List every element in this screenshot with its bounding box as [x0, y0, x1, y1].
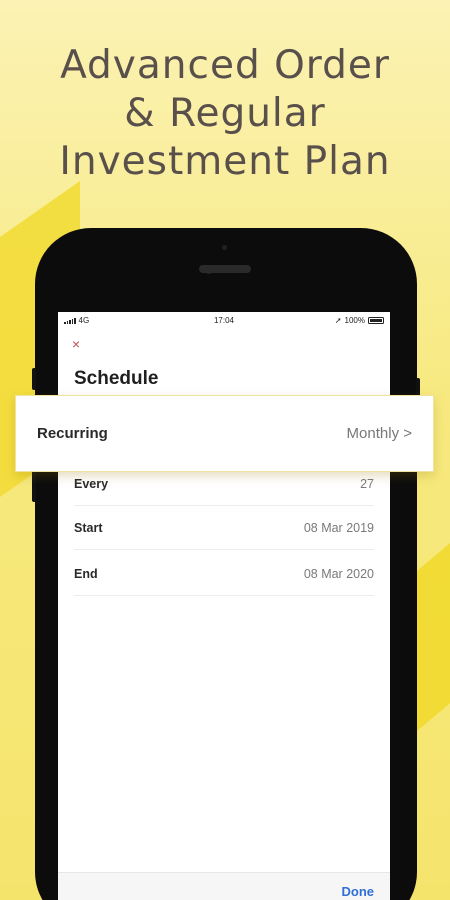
battery-percent: 100% — [344, 316, 365, 325]
recurring-row-highlight[interactable]: Recurring Monthly > — [15, 395, 434, 472]
recurring-label: Recurring — [37, 425, 108, 442]
phone-sensor — [222, 245, 227, 250]
row-label: End — [74, 566, 98, 581]
schedule-row-end[interactable]: End 08 Mar 2020 — [74, 552, 374, 596]
close-icon[interactable]: × — [72, 336, 88, 352]
location-icon: ➚ — [334, 316, 342, 325]
row-label: Start — [74, 520, 103, 535]
phone-speaker — [199, 265, 251, 273]
row-value: 08 Mar 2020 — [303, 566, 374, 581]
headline-line-2: & Regular — [124, 91, 326, 136]
status-bar: 4G 17:04 ➚ 100% — [58, 312, 390, 330]
done-button[interactable]: Done — [342, 884, 375, 899]
phone-frame: 4G 17:04 ➚ 100% × Schedule Every 27 Star… — [32, 228, 420, 900]
headline-line-1: Advanced Order — [60, 43, 390, 88]
row-label: Every — [74, 476, 109, 491]
page-title: Schedule — [74, 368, 159, 389]
recurring-value: Monthly > — [346, 425, 412, 442]
row-value: 08 Mar 2019 — [303, 520, 374, 535]
headline-line-3: Investment Plan — [59, 139, 391, 184]
schedule-row-start[interactable]: Start 08 Mar 2019 — [74, 506, 374, 550]
promo-headline: Advanced Order & Regular Investment Plan — [0, 42, 450, 186]
status-right: ➚ 100% — [335, 316, 384, 325]
phone-side-button — [32, 368, 36, 390]
row-value: 27 — [360, 476, 374, 491]
bottom-toolbar: Done — [58, 872, 390, 900]
battery-icon — [368, 317, 384, 324]
